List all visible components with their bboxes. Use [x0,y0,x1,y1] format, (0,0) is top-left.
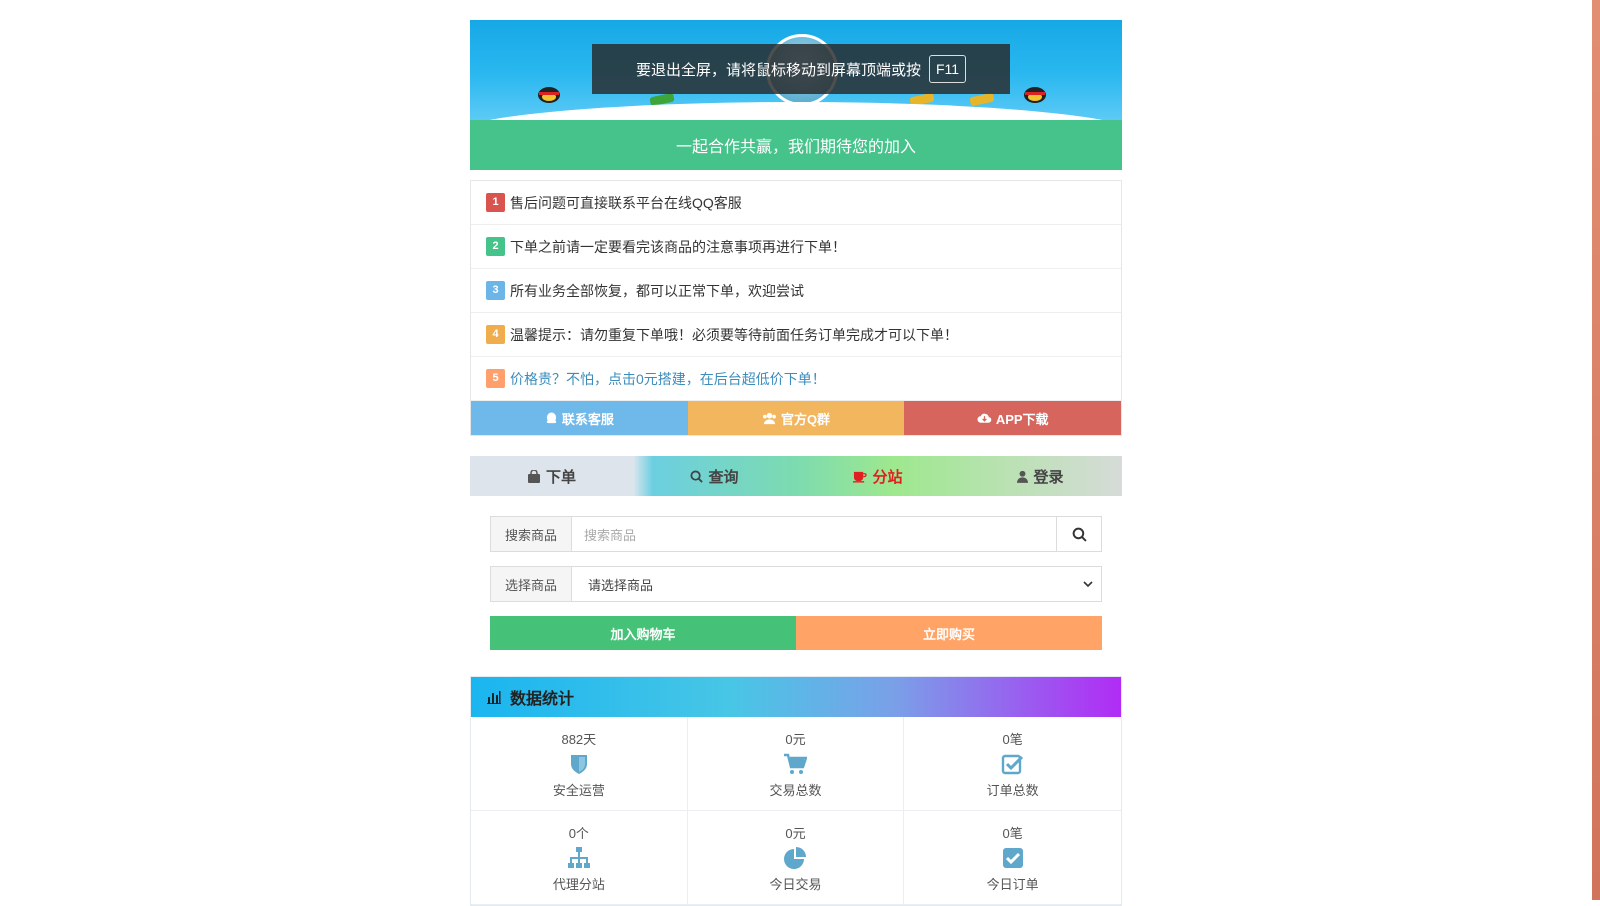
checkbox-icon [1001,754,1023,774]
tab-branch[interactable]: 分站 [796,456,959,496]
qq-penguin-icon [1024,87,1046,103]
fullscreen-tip: 要退出全屏，请将鼠标移动到屏幕顶端或按 F11 [592,44,1010,94]
stat-label: 代理分站 [552,876,605,892]
stat-label: 安全运营 [552,782,605,798]
stat-total-transactions: 0元 交易总数 [687,717,905,811]
notice-number: 3 [486,281,505,300]
notice-number: 5 [486,369,505,388]
stat-label: 今日订单 [986,876,1039,892]
stat-value: 882天 [561,731,597,747]
cart-icon [784,753,808,774]
add-to-cart-button[interactable]: 加入购物车 [490,616,796,650]
pie-chart-icon [784,846,807,869]
stat-today-transactions: 0元 今日交易 [687,811,905,905]
sitemap-icon [567,846,590,868]
shopping-bag-icon [527,469,540,483]
tab-order-label: 下单 [545,468,576,486]
select-group: 选择商品 请选择商品 [490,566,1102,602]
app-download-label: APP下载 [995,411,1049,427]
tab-login[interactable]: 登录 [959,456,1122,496]
main-tabs: 下单 查询 分站 登录 [470,456,1122,496]
official-group-button[interactable]: 官方Q群 [687,401,905,435]
notice-item: 1 售后问题可直接联系平台在线QQ客服 [471,181,1121,225]
official-group-label: 官方Q群 [780,411,831,427]
tab-order[interactable]: 下单 [470,456,633,496]
select-label: 选择商品 [491,567,572,601]
page-scrollbar[interactable] [1592,0,1600,900]
chevron-down-icon [1083,581,1093,588]
order-form: 搜索商品 搜索商品 选择商品 请选择商品 加入购物车 立即购买 [490,516,1102,650]
product-select[interactable]: 请选择商品 [572,567,1101,601]
tab-query-label: 查询 [708,468,739,486]
buy-now-button[interactable]: 立即购买 [796,616,1102,650]
stats-panel: 数据统计 882天 安全运营 0元 交易总数 0笔 订单总数 0个 代理分站 0… [470,676,1122,906]
qq-icon [546,411,556,423]
stat-value: 0笔 [1002,731,1023,747]
notice-text: 下单之前请一定要看完该商品的注意事项再进行下单！ [510,238,846,255]
stat-agent-branches: 0个 代理分站 [471,811,688,905]
users-icon [762,412,776,424]
notice-number: 4 [486,325,505,344]
fullscreen-key: F11 [928,55,967,83]
purchase-row: 加入购物车 立即购买 [490,616,1102,650]
qq-penguin-icon [538,87,560,103]
shield-icon [570,754,587,774]
tab-query[interactable]: 查询 [633,456,796,496]
app-download-button[interactable]: APP下载 [904,401,1122,435]
contact-service-label: 联系客服 [561,411,614,427]
stat-total-orders: 0笔 订单总数 [904,717,1121,811]
stats-header: 数据统计 [471,677,1121,717]
search-group: 搜索商品 搜索商品 [490,516,1102,552]
coffee-cup-icon [853,471,868,483]
stats-grid: 882天 安全运营 0元 交易总数 0笔 订单总数 0个 代理分站 0元 今日交… [471,717,1121,905]
stat-label: 交易总数 [769,782,822,798]
stat-label: 今日交易 [769,876,822,892]
search-label: 搜索商品 [491,517,572,551]
search-input[interactable]: 搜索商品 [572,517,1056,551]
notice-text: 温馨提示：请勿重复下单哦！必须要等待前面任务订单完成才可以下单！ [510,326,958,343]
notice-text: 售后问题可直接联系平台在线QQ客服 [510,194,742,211]
notice-item: 2 下单之前请一定要看完该商品的注意事项再进行下单！ [471,225,1121,269]
contact-button-row: 联系客服 官方Q群 APP下载 [471,401,1122,435]
slogan-bar: 一起合作共赢，我们期待您的加入 [470,120,1122,170]
notice-text[interactable]: 价格贵？不怕，点击0元搭建，在后台超低价下单！ [510,369,826,389]
product-select-value: 请选择商品 [588,577,654,593]
cloud-decoration [470,102,1122,120]
search-icon [1072,527,1087,542]
search-icon [690,469,704,483]
notice-number: 2 [486,237,505,256]
contact-service-button[interactable]: 联系客服 [471,401,688,435]
notice-list: 1 售后问题可直接联系平台在线QQ客服 2 下单之前请一定要看完该商品的注意事项… [470,180,1122,436]
check-square-icon [1002,847,1023,868]
main-container: 要退出全屏，请将鼠标移动到屏幕顶端或按 F11 一起合作共赢，我们期待您的加入 … [470,20,1122,906]
fullscreen-tip-text: 要退出全屏，请将鼠标移动到屏幕顶端或按 [635,61,921,79]
notice-item-link[interactable]: 5 价格贵？不怕，点击0元搭建，在后台超低价下单！ [471,357,1121,401]
stat-operating-days: 882天 安全运营 [471,717,688,811]
leaf-decoration [969,92,995,107]
cloud-download-icon [977,413,992,423]
notice-item: 4 温馨提示：请勿重复下单哦！必须要等待前面任务订单完成才可以下单！ [471,313,1121,357]
notice-item: 3 所有业务全部恢复，都可以正常下单，欢迎尝试 [471,269,1121,313]
bar-chart-icon [487,691,501,704]
notice-number: 1 [486,193,505,212]
notice-text: 所有业务全部恢复，都可以正常下单，欢迎尝试 [510,282,804,299]
stats-title: 数据统计 [510,691,575,708]
stat-label: 订单总数 [986,782,1039,798]
tab-login-label: 登录 [1033,468,1064,486]
stat-value: 0元 [785,731,806,747]
header-banner: 要退出全屏，请将鼠标移动到屏幕顶端或按 F11 [470,20,1122,120]
tab-branch-label: 分站 [872,468,903,486]
stat-value: 0个 [568,825,589,841]
stat-today-orders: 0笔 今日订单 [904,811,1121,905]
stat-value: 0笔 [1002,825,1023,841]
search-button[interactable] [1056,517,1101,551]
user-icon [1017,470,1029,483]
stat-value: 0元 [785,825,806,841]
